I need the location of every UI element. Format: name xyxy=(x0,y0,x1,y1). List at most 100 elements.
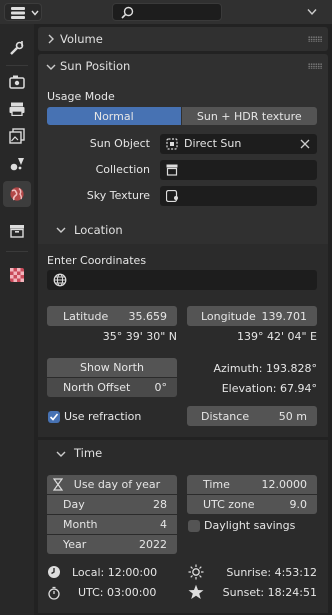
editor-type-button[interactable] xyxy=(4,3,42,21)
month-field[interactable]: Month 4 xyxy=(47,515,177,534)
subpanel-title: Location xyxy=(74,223,123,237)
utc-zone-field[interactable]: UTC zone 9.0 xyxy=(187,495,317,514)
month-label: Month xyxy=(63,518,98,531)
chevron-down-icon xyxy=(56,227,66,233)
clear-icon[interactable] xyxy=(300,139,310,149)
view-layer-icon xyxy=(9,128,25,144)
sun-object-field[interactable]: Direct Sun xyxy=(160,134,317,154)
search-icon xyxy=(121,6,134,19)
subpanel-location-header[interactable]: Location xyxy=(46,220,322,240)
daylight-savings-toggle[interactable]: Daylight savings xyxy=(187,517,317,535)
time-value: 12.0000 xyxy=(261,478,308,491)
sky-texture-label: Sky Texture xyxy=(86,189,150,202)
collection-icon xyxy=(166,164,178,176)
output-icon xyxy=(9,102,25,116)
panel-title: Volume xyxy=(60,32,103,46)
sidebar-divider xyxy=(6,251,28,252)
node-icon xyxy=(166,190,178,202)
properties-header xyxy=(0,0,332,24)
subpanel-time: Time Use day of year Day 28 Month 4 Year… xyxy=(38,437,328,613)
year-field[interactable]: Year 2022 xyxy=(47,535,177,554)
tab-world[interactable] xyxy=(3,181,31,207)
longitude-label: Longitude xyxy=(201,309,256,323)
tab-view-layer[interactable] xyxy=(3,123,31,149)
world-icon xyxy=(10,187,24,201)
use-day-of-year-button[interactable]: Use day of year xyxy=(47,475,177,494)
usage-mode-normal-label: Normal xyxy=(93,109,134,123)
coordinates-input[interactable] xyxy=(47,270,317,290)
year-label: Year xyxy=(63,538,87,551)
elevation-text: Elevation: 67.94° xyxy=(221,382,317,395)
north-offset-field[interactable]: North Offset 0° xyxy=(47,378,177,397)
sunset-text: Sunset: 18:24:51 xyxy=(222,586,317,599)
usage-mode-hdr-label: Sun + HDR texture xyxy=(196,109,302,123)
collection-icon xyxy=(10,225,24,238)
utc-zone-label: UTC zone xyxy=(203,498,255,511)
north-offset-label: North Offset xyxy=(63,381,131,394)
render-icon xyxy=(9,75,25,89)
panel-volume-header[interactable]: Volume xyxy=(38,27,328,51)
sky-texture-field[interactable] xyxy=(160,186,317,206)
hourglass-icon xyxy=(53,478,63,491)
checkbox-unchecked-icon xyxy=(188,520,200,532)
chevron-down-icon xyxy=(56,451,66,457)
usage-mode-selector: Normal Sun + HDR texture xyxy=(47,107,317,125)
latitude-field[interactable]: Latitude 35.659 xyxy=(47,306,177,326)
use-refraction-toggle[interactable]: Use refraction xyxy=(47,408,177,426)
sidebar-divider xyxy=(6,65,28,66)
longitude-field[interactable]: Longitude 139.701 xyxy=(187,306,317,326)
tab-render[interactable] xyxy=(3,69,31,95)
distance-value: 50 m xyxy=(278,409,307,423)
tool-icon xyxy=(10,41,24,55)
enter-coordinates-label: Enter Coordinates xyxy=(47,254,147,267)
usage-mode-hdr-button[interactable]: Sun + HDR texture xyxy=(181,107,317,125)
options-chevron-icon[interactable] xyxy=(307,8,317,16)
distance-label: Distance xyxy=(201,409,250,423)
scene-icon xyxy=(10,158,24,171)
checkbox-checked-icon xyxy=(48,411,60,423)
sun-object-label: Sun Object xyxy=(89,137,150,150)
show-north-button[interactable]: Show North xyxy=(47,358,177,377)
collection-label: Collection xyxy=(95,163,150,176)
search-input[interactable] xyxy=(112,3,222,21)
clock-icon xyxy=(48,566,60,578)
collection-field[interactable] xyxy=(160,160,317,180)
sun-icon xyxy=(188,564,204,580)
usage-mode-label: Usage Mode xyxy=(47,90,115,103)
properties-content: Volume Sun Position Usage Mode Normal Su… xyxy=(34,24,332,615)
chevron-right-icon xyxy=(48,34,54,44)
latitude-value: 35.659 xyxy=(128,309,168,323)
use-refraction-label: Use refraction xyxy=(64,410,142,423)
tab-tool[interactable] xyxy=(3,35,31,61)
tab-collection[interactable] xyxy=(3,218,31,244)
latitude-label: Latitude xyxy=(63,309,109,323)
subpanel-location-body: Enter Coordinates Latitude 35.659 35° 39… xyxy=(38,244,328,440)
drag-grip-icon[interactable] xyxy=(308,63,322,69)
show-north-label: Show North xyxy=(80,361,144,374)
properties-tab-bar xyxy=(0,24,34,615)
chevron-down-icon xyxy=(31,10,39,16)
panel-title: Sun Position xyxy=(60,59,131,73)
distance-field[interactable]: Distance 50 m xyxy=(187,406,317,426)
light-object-icon xyxy=(166,138,178,150)
utc-time-text: UTC: 03:00:00 xyxy=(78,586,157,599)
sun-object-value: Direct Sun xyxy=(184,137,242,150)
tab-texture[interactable] xyxy=(3,262,31,288)
globe-icon xyxy=(53,273,67,287)
latitude-dms: 35° 39' 30" N xyxy=(102,330,177,343)
local-time-text: Local: 12:00:00 xyxy=(72,566,158,579)
daylight-savings-label: Daylight savings xyxy=(204,519,296,532)
use-day-of-year-label: Use day of year xyxy=(73,478,161,491)
time-field[interactable]: Time 12.0000 xyxy=(187,475,317,494)
day-label: Day xyxy=(63,498,85,511)
tab-scene[interactable] xyxy=(3,151,31,177)
usage-mode-normal-button[interactable]: Normal xyxy=(47,107,181,125)
subpanel-time-header[interactable]: Time xyxy=(46,442,322,464)
month-value: 4 xyxy=(160,518,167,531)
texture-icon xyxy=(10,268,24,282)
day-field[interactable]: Day 28 xyxy=(47,495,177,514)
star-icon xyxy=(188,584,204,599)
panel-sun-position-header[interactable]: Sun Position xyxy=(38,54,328,78)
drag-grip-icon[interactable] xyxy=(308,36,322,42)
tab-output[interactable] xyxy=(3,96,31,122)
